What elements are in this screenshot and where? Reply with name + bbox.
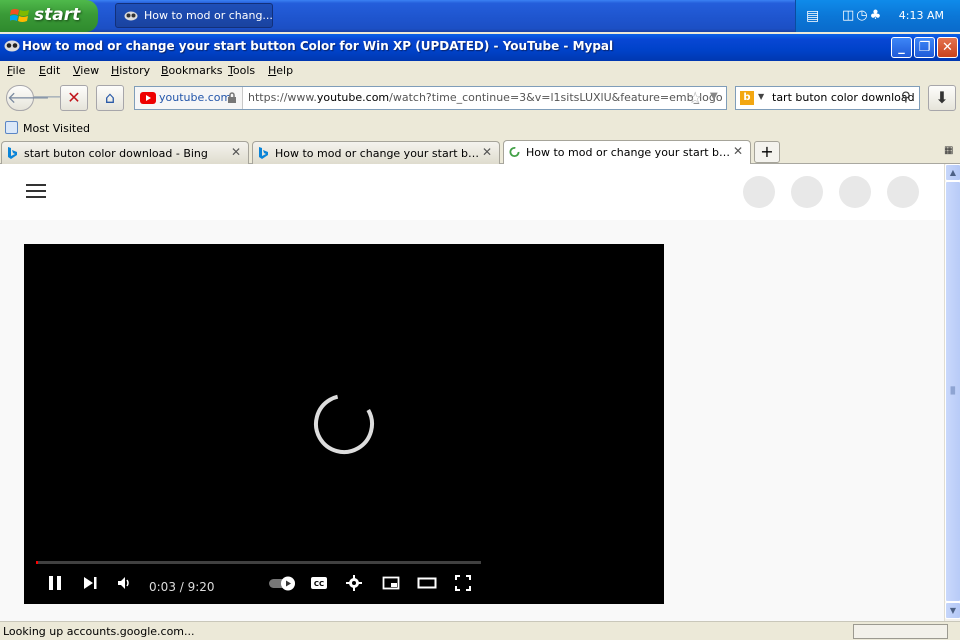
search-bar[interactable]: b ▼ tart buton color download ⚲ — [735, 86, 920, 110]
header-placeholder-3 — [839, 176, 871, 208]
back-button[interactable]: 🡐 — [6, 85, 50, 111]
loading-spinner-icon — [314, 394, 374, 454]
menu-help[interactable]: Help — [268, 64, 293, 77]
menu-icon[interactable] — [26, 184, 46, 198]
tab-list-icon[interactable]: ▦ — [944, 145, 953, 156]
captions-icon[interactable]: CC — [310, 575, 328, 591]
status-text: Looking up accounts.google.com... — [3, 625, 195, 638]
chevron-down-icon[interactable]: ▼ — [758, 92, 764, 101]
close-icon[interactable]: ✕ — [482, 145, 492, 159]
lock-icon — [228, 92, 236, 103]
bing-icon — [259, 147, 268, 159]
menu-edit[interactable]: Edit — [39, 64, 60, 77]
close-button[interactable]: ✕ — [937, 37, 958, 58]
chevron-down-icon[interactable]: ▼ — [710, 91, 718, 102]
tab-strip: start buton color download - Bing ✕ How … — [0, 139, 960, 164]
close-icon[interactable]: ✕ — [733, 144, 743, 158]
video-player[interactable]: 0:03 / 9:20 CC — [24, 244, 664, 604]
bookmark-most-visited[interactable]: Most Visited — [23, 122, 90, 135]
progress-bar[interactable] — [36, 561, 481, 564]
scroll-up-arrow-icon[interactable]: ▲ — [945, 164, 960, 181]
grip-icon: ▬ ▬ ▬ ▬ — [950, 384, 956, 397]
search-icon[interactable]: ⚲ — [901, 90, 911, 105]
restore-button[interactable]: ❐ — [914, 37, 935, 58]
menu-history[interactable]: History — [111, 64, 150, 77]
start-button[interactable]: start — [0, 0, 98, 32]
youtube-icon — [140, 92, 156, 104]
window-titlebar[interactable]: How to mod or change your start button C… — [0, 34, 960, 61]
youtube-header — [0, 164, 944, 220]
header-placeholder-1 — [743, 176, 775, 208]
scroll-down-arrow-icon[interactable]: ▼ — [945, 602, 960, 619]
tab-youtube[interactable]: How to mod or change your start button .… — [503, 140, 751, 164]
search-input[interactable]: tart buton color download — [772, 91, 915, 104]
next-icon[interactable] — [82, 575, 98, 591]
scrollbar-thumb[interactable]: ▬ ▬ ▬ ▬ — [945, 181, 960, 602]
keyboard-icon[interactable]: ▤ — [806, 8, 820, 24]
tab-label: start buton color download - Bing — [24, 147, 208, 160]
progress-fill — [36, 561, 39, 564]
url-path: /watch?time_continue=3&v=l1sitsLUXlU&fea… — [389, 91, 723, 104]
navigation-toolbar: 🡐 🡒 ✕ ⌂ youtube.com https://www.youtube.… — [0, 81, 960, 117]
bing-icon[interactable]: b — [740, 91, 754, 105]
window-title: How to mod or change your start button C… — [22, 39, 614, 53]
site-identity[interactable]: youtube.com — [135, 87, 243, 109]
page-content: 0:03 / 9:20 CC — [0, 164, 944, 621]
system-tray: ▤ ◫◷♣ 4:13 AM — [795, 0, 960, 32]
stop-button[interactable]: ✕ — [60, 85, 88, 111]
bookmarks-toolbar: Most Visited — [0, 117, 960, 139]
pause-icon[interactable] — [47, 575, 63, 591]
menu-tools[interactable]: Tools — [228, 64, 255, 77]
menu-view[interactable]: View — [73, 64, 99, 77]
clock[interactable]: 4:13 AM — [899, 9, 944, 22]
menu-file[interactable]: File — [7, 64, 25, 77]
tray-icons[interactable]: ◫◷♣ — [842, 8, 883, 23]
start-label: start — [34, 5, 81, 25]
menu-bar: File Edit View History Bookmarks Tools H… — [0, 61, 960, 81]
volume-icon[interactable] — [117, 575, 133, 591]
autoplay-toggle-icon[interactable] — [268, 575, 298, 591]
minimize-button[interactable]: _ — [891, 37, 912, 58]
address-bar[interactable]: youtube.com https://www.youtube.com/watc… — [134, 86, 727, 110]
download-button[interactable]: ⬇ — [928, 85, 956, 111]
bing-icon — [8, 147, 17, 159]
home-button[interactable]: ⌂ — [96, 85, 124, 111]
url-text[interactable]: https://www.youtube.com/watch?time_conti… — [248, 91, 723, 104]
site-domain: youtube.com — [159, 91, 232, 104]
tab-bing-result[interactable]: How to mod or change your start button .… — [252, 141, 500, 164]
header-placeholder-2 — [791, 176, 823, 208]
status-bar: Looking up accounts.google.com... — [0, 621, 960, 640]
url-host: youtube.com — [316, 91, 390, 104]
taskbar-item-label: How to mod or chang... — [144, 9, 273, 22]
tab-label: How to mod or change your start button .… — [275, 147, 480, 160]
forward-button[interactable]: 🡒 — [32, 85, 75, 111]
loading-icon — [509, 146, 520, 158]
vertical-scrollbar[interactable]: ▲ ▬ ▬ ▬ ▬ ▼ — [944, 164, 960, 621]
status-panel — [853, 624, 948, 639]
bookmark-star-icon[interactable]: ☆ — [688, 88, 702, 107]
miniplayer-icon[interactable] — [382, 575, 400, 591]
svg-text:CC: CC — [314, 580, 324, 588]
fullscreen-icon[interactable] — [455, 575, 471, 591]
most-visited-icon — [5, 121, 18, 134]
theater-mode-icon[interactable] — [417, 575, 437, 591]
mypal-icon — [4, 40, 20, 52]
mypal-icon — [124, 11, 138, 21]
header-placeholder-4 — [887, 176, 919, 208]
tab-label: How to mod or change your start button .… — [526, 146, 731, 159]
settings-gear-icon[interactable] — [346, 575, 362, 591]
windows-logo-icon — [10, 9, 29, 22]
new-tab-button[interactable]: + — [754, 141, 780, 163]
close-icon[interactable]: ✕ — [231, 145, 241, 159]
time-display: 0:03 / 9:20 — [149, 580, 215, 594]
taskbar-item-mypal[interactable]: How to mod or chang... — [115, 3, 273, 28]
menu-bookmarks[interactable]: Bookmarks — [161, 64, 222, 77]
taskbar: start How to mod or chang... ▤ ◫◷♣ 4:13 … — [0, 0, 960, 32]
url-prefix: https://www. — [248, 91, 317, 104]
tab-bing-search[interactable]: start buton color download - Bing ✕ — [1, 141, 249, 164]
